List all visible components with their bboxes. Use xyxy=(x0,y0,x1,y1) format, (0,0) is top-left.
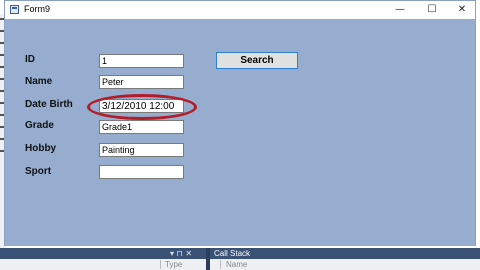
form-app-icon xyxy=(10,5,19,14)
id-label: ID xyxy=(25,54,35,65)
search-button[interactable]: Search xyxy=(216,52,298,69)
name-field[interactable]: Peter xyxy=(99,75,184,89)
sport-label: Sport xyxy=(25,166,52,177)
name-label: Name xyxy=(25,76,53,87)
name-column-header[interactable]: Name xyxy=(226,259,247,270)
type-column-header[interactable]: Type xyxy=(165,259,182,270)
id-field[interactable]: 1 xyxy=(99,54,184,68)
title-bar[interactable]: Form9 — ☐ ✕ xyxy=(5,1,475,19)
maximize-button[interactable]: ☐ xyxy=(417,2,447,17)
grade-field[interactable]: Grade1 xyxy=(99,120,184,134)
close-button[interactable]: ✕ xyxy=(447,2,477,17)
ide-bottom-panels: ▾ ⊓ ✕ Type Call Stack Name xyxy=(0,248,480,270)
sport-field[interactable] xyxy=(99,165,184,179)
column-separator xyxy=(220,260,221,269)
locals-panel-body: Type xyxy=(0,259,206,270)
highlight-circle-annotation xyxy=(87,94,197,120)
column-separator xyxy=(160,260,161,269)
minimize-button[interactable]: — xyxy=(385,2,415,17)
panel-tool-icons[interactable]: ▾ ⊓ ✕ xyxy=(170,248,192,259)
screen: Form9 — ☐ ✕ ID 1 Search Name Peter Date … xyxy=(0,0,480,270)
locals-panel-header: ▾ ⊓ ✕ xyxy=(0,248,206,259)
call-stack-panel-body: Name xyxy=(210,259,480,270)
date-birth-label: Date Birth xyxy=(25,99,73,110)
window-title: Form9 xyxy=(24,4,51,14)
call-stack-panel-header: Call Stack xyxy=(210,248,480,259)
hobby-field[interactable]: Painting xyxy=(99,143,184,157)
grade-label: Grade xyxy=(25,120,54,131)
form-client-area: ID 1 Search Name Peter Date Birth 3/12/2… xyxy=(5,19,475,246)
call-stack-title[interactable]: Call Stack xyxy=(214,248,250,259)
form-window: Form9 — ☐ ✕ ID 1 Search Name Peter Date … xyxy=(4,0,476,246)
hobby-label: Hobby xyxy=(25,143,57,154)
